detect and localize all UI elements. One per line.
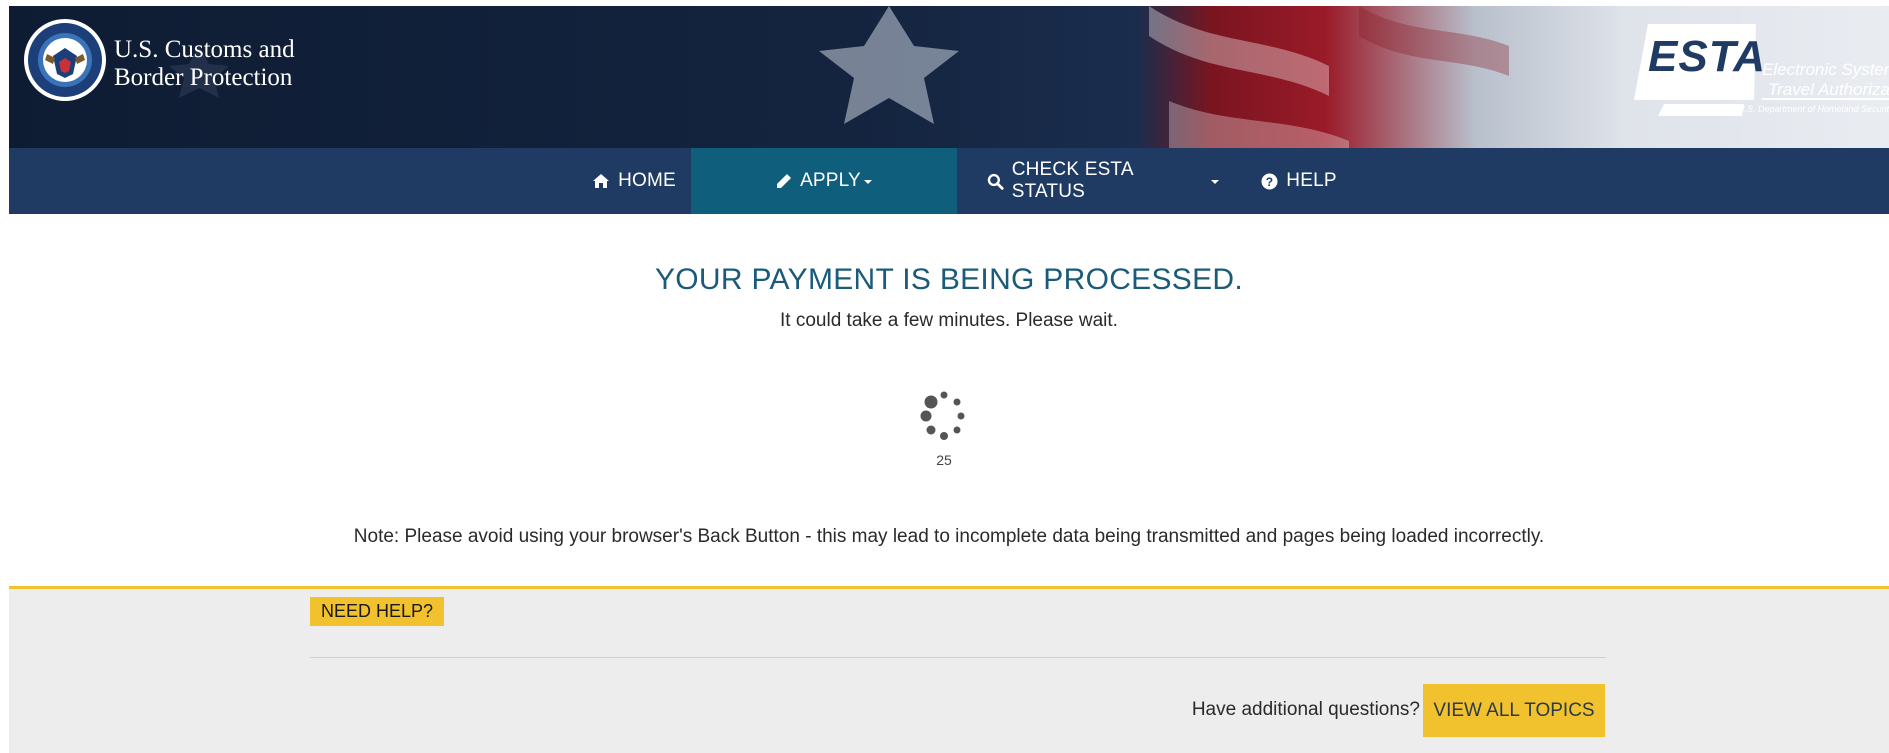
esta-tagline-line1: Electronic System for: [1762, 60, 1889, 79]
nav-home[interactable]: HOME: [574, 148, 694, 214]
nav-check-esta-status-label: CHECK ESTA STATUS: [1011, 159, 1133, 202]
nav-check-esta-status[interactable]: CHECK ESTA STATUS: [987, 148, 1219, 214]
loading-spinner-icon: [920, 391, 965, 440]
chevron-down-icon: [1211, 180, 1219, 184]
question-circle-icon: ?: [1261, 173, 1278, 189]
nav-help-label: HELP: [1286, 170, 1337, 191]
pencil-icon: [777, 174, 792, 188]
nav-help[interactable]: ? HELP: [1254, 148, 1344, 214]
agency-name-line1: U.S. Customs and: [114, 36, 295, 63]
page-title: YOUR PAYMENT IS BEING PROCESSED.: [654, 263, 1244, 296]
help-section: NEED HELP? Have additional questions? VI…: [9, 586, 1889, 753]
back-button-note: Note: Please avoid using your browser's …: [353, 526, 1545, 547]
search-icon: [987, 173, 1004, 190]
help-divider: [310, 657, 1606, 658]
agency-name-line2: Border Protection: [114, 64, 293, 91]
nav-apply-label: APPLY: [800, 170, 861, 191]
chevron-down-icon: [863, 180, 872, 184]
main-nav: HOME APPLY CHECK ESTA STATUS ? HELP: [9, 148, 1889, 214]
view-all-topics-button[interactable]: VIEW ALL TOPICS: [1423, 684, 1605, 737]
esta-logo-text: ESTA: [1648, 32, 1767, 81]
esta-tagline-line2: Travel Authorization: [1768, 80, 1889, 99]
home-icon: [593, 174, 610, 188]
agency-name[interactable]: U.S. Customs and Border Protection: [114, 36, 295, 92]
loading-counter: 25: [936, 452, 952, 468]
need-help-badge: NEED HELP?: [310, 597, 445, 626]
svg-text:?: ?: [1266, 175, 1274, 189]
nav-apply[interactable]: APPLY: [691, 148, 957, 214]
esta-dept-text: U.S. Department of Homeland Security: [1738, 104, 1889, 114]
page-subtitle: It could take a few minutes. Please wait…: [780, 310, 1118, 331]
help-question-text: Have additional questions?: [1191, 699, 1420, 720]
site-header: U.S. Customs and Border Protection ESTA …: [9, 6, 1889, 148]
page: U.S. Customs and Border Protection ESTA …: [9, 6, 1889, 753]
nav-home-label: HOME: [618, 170, 676, 191]
dhs-seal-logo[interactable]: [23, 18, 107, 102]
esta-logo[interactable]: ESTA Electronic System for Travel Author…: [1634, 20, 1889, 120]
